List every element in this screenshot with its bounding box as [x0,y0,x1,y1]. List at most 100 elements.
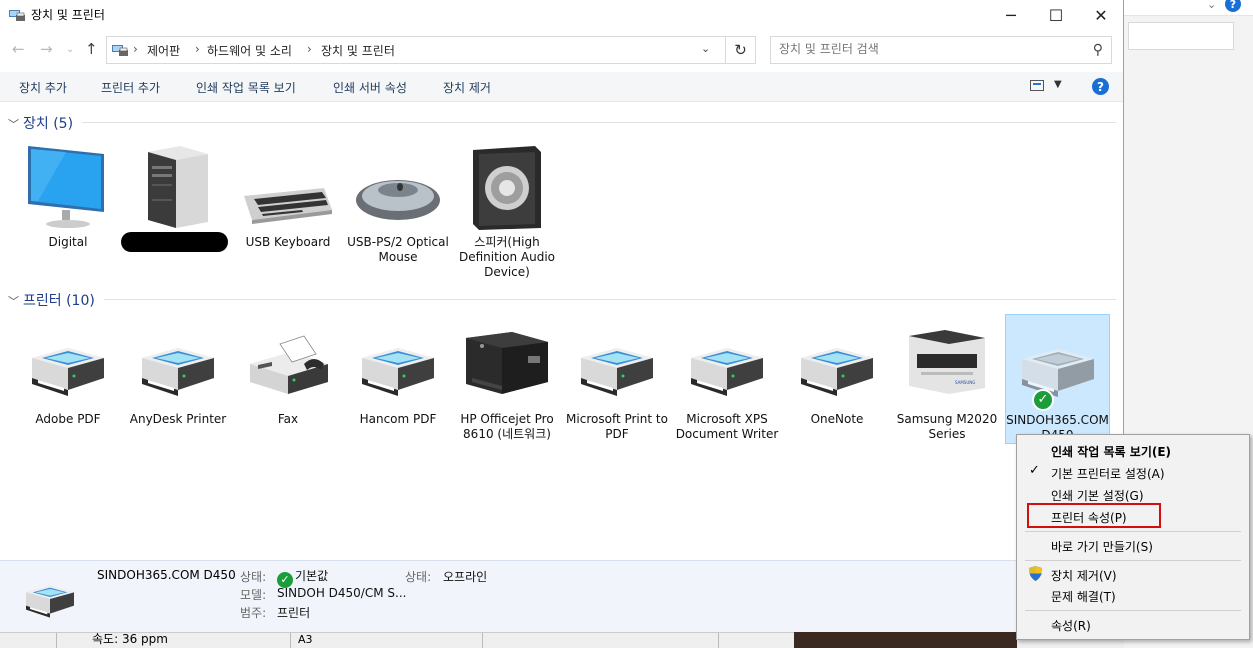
change-view-icon[interactable] [1030,80,1044,91]
mouse-icon [356,180,440,220]
fax-icon [250,335,328,394]
command-bar: 장치 추가 프린터 추가 인쇄 작업 목록 보기 인쇄 서버 속성 장치 제거 … [0,72,1123,102]
printer-label: Fax [277,412,299,426]
print-server-properties-button[interactable]: 인쇄 서버 속성 [333,79,407,96]
breadcrumb-separator: › [307,42,312,56]
printer-item[interactable]: OneNote [783,318,891,428]
collapse-chevron-icon[interactable]: ﹀ [8,118,19,131]
details-category-label: 범주: [240,606,267,620]
menu-item-printing-preferences[interactable]: 인쇄 기본 설정(G) [1051,487,1144,504]
address-row: ← → ⌄ ↑ › 제어판 › 하드웨어 및 소리 › 장치 및 프린터 ⌄ ↻… [0,36,1124,66]
breadcrumb-separator: › [195,42,200,56]
details-status-label: 상태: [240,570,267,584]
group-divider [104,299,1116,300]
title-bar[interactable]: 장치 및 프린터 ─ ☐ ✕ [0,0,1123,30]
printer-item-selected[interactable]: ✓ SINDOH365.COM D450 [1005,314,1110,444]
devices-and-printers-window: 장치 및 프린터 ─ ☐ ✕ ← → ⌄ ↑ › 제어판 › 하드웨어 및 소리… [0,0,1124,632]
details-pane: SINDOH365.COM D450 상태: ✓ 기본값 상태: 오프라인 모델:… [0,560,1123,632]
refresh-button[interactable]: ↻ [726,36,756,64]
background-paper-text: A3 [298,633,313,646]
printer-icon [581,348,653,396]
keyboard-icon [244,188,332,224]
printer-item[interactable]: Adobe PDF [14,318,122,428]
menu-item-see-print-queue[interactable]: 인쇄 작업 목록 보기(E) [1051,443,1171,460]
address-dropdown-icon[interactable]: ⌄ [701,42,710,55]
device-item[interactable]: Digital [14,140,122,255]
devices-group-header[interactable]: ﹀ 장치 (5) [8,113,73,133]
background-cell-border [290,633,291,648]
printer-item[interactable]: Microsoft Print to PDF [563,318,671,443]
printer-item[interactable]: Fax [234,318,342,428]
device-item[interactable]: 스피커(High Definition Audio Device) [453,140,561,280]
details-model-label: 모델: [240,588,267,602]
add-device-button[interactable]: 장치 추가 [19,79,67,96]
printer-label: Samsung M2020 Series [896,412,998,441]
checkmark-icon: ✓ [1029,463,1040,478]
printer-item[interactable]: Hancom PDF [344,318,452,428]
view-dropdown-icon[interactable]: ▼ [1054,79,1062,90]
up-arrow-icon[interactable]: ↑ [85,40,98,58]
recent-chevron-icon[interactable]: ⌄ [66,44,74,55]
laser-printer-icon: SAMSUNG [909,330,985,394]
devices-group-title: 장치 (5) [23,116,74,132]
menu-separator [1025,560,1241,561]
collapse-chevron-icon[interactable]: ﹀ [8,295,19,308]
background-input[interactable] [1128,22,1234,50]
menu-separator [1025,531,1241,532]
details-status2-label: 상태: [405,570,432,584]
menu-item-troubleshoot[interactable]: 문제 해결(T) [1051,588,1116,605]
printer-label: Hancom PDF [359,412,437,426]
menu-item-properties[interactable]: 속성(R) [1051,617,1091,634]
computer-tower-icon [148,146,208,228]
printers-group-title: 프린터 (10) [23,293,95,309]
breadcrumb-devices-printers[interactable]: 장치 및 프린터 [321,42,395,59]
details-category-value: 프린터 [277,606,311,620]
speaker-icon [473,146,541,230]
printer-item[interactable]: HP Officejet Pro 8610 (네트워크) [453,318,561,443]
search-input[interactable] [779,42,1079,56]
printer-item[interactable]: Microsoft XPS Document Writer [673,318,781,458]
printers-group-header[interactable]: ﹀ 프린터 (10) [8,290,95,310]
printer-label: Adobe PDF [35,412,101,426]
device-label: Digital [48,235,88,249]
address-bar[interactable]: › 제어판 › 하드웨어 및 소리 › 장치 및 프린터 ⌄ [106,36,726,64]
details-model-value: SINDOH D450/CM S... [277,586,407,600]
device-item[interactable]: USB Keyboard [234,140,342,255]
menu-item-remove-device[interactable]: 장치 제거(V) [1051,567,1117,584]
monitor-icon [28,146,104,228]
printer-icon [362,348,434,396]
printer-item[interactable]: SAMSUNG Samsung M2020 Series [893,318,1001,443]
highlight-box [1027,503,1161,528]
menu-item-create-shortcut[interactable]: 바로 가기 만들기(S) [1051,538,1153,555]
search-box[interactable]: ⚲ [770,36,1112,64]
background-chevron-icon: ⌄ [1207,0,1217,11]
minimize-button[interactable]: ─ [988,0,1034,30]
background-cell-border [56,633,57,648]
printer-item[interactable]: AnyDesk Printer [124,318,232,428]
breadcrumb-control-panel[interactable]: 제어판 [147,42,180,59]
window-title: 장치 및 프린터 [31,8,105,22]
redacted-device-name [121,232,228,252]
background-image [794,632,1017,648]
uac-shield-icon [1029,566,1042,581]
help-button[interactable]: ? [1092,78,1109,95]
add-printer-button[interactable]: 프린터 추가 [101,79,160,96]
breadcrumb-separator: › [133,42,138,56]
forward-arrow-icon[interactable]: → [40,40,53,58]
maximize-button[interactable]: ☐ [1033,0,1079,30]
menu-item-set-default[interactable]: 기본 프린터로 설정(A) [1051,465,1165,482]
back-arrow-icon[interactable]: ← [12,40,25,58]
remove-device-button[interactable]: 장치 제거 [443,79,491,96]
device-item[interactable]: USB-PS/2 Optical Mouse [344,140,452,265]
background-cell-border [718,633,719,648]
device-label: USB Keyboard [245,235,331,249]
search-icon[interactable]: ⚲ [1093,42,1103,58]
close-button[interactable]: ✕ [1078,0,1124,30]
printer-label: Microsoft XPS Document Writer [675,412,779,441]
see-print-queue-button[interactable]: 인쇄 작업 목록 보기 [196,79,296,96]
printer-icon [32,348,104,396]
printer-icon [1022,349,1094,397]
devices-printers-icon [9,10,25,21]
refresh-icon: ↻ [734,41,747,59]
breadcrumb-hardware-sound[interactable]: 하드웨어 및 소리 [207,42,292,59]
